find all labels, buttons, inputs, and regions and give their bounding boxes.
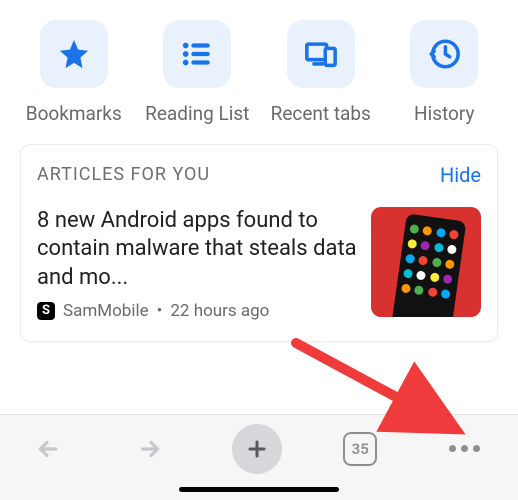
article-source: SamMobile bbox=[63, 301, 149, 321]
shortcut-history[interactable]: History bbox=[389, 20, 499, 126]
dot-icon bbox=[473, 445, 480, 452]
article-time: 22 hours ago bbox=[170, 301, 269, 321]
list-icon bbox=[163, 20, 231, 88]
star-icon bbox=[40, 20, 108, 88]
source-icon: S bbox=[37, 302, 55, 320]
article-meta: S SamMobile • 22 hours ago bbox=[37, 301, 357, 321]
devices-icon bbox=[287, 20, 355, 88]
forward-button[interactable] bbox=[130, 429, 170, 469]
shortcut-recent-tabs[interactable]: Recent tabs bbox=[266, 20, 376, 126]
home-indicator[interactable] bbox=[179, 487, 339, 492]
meta-separator: • bbox=[157, 301, 163, 321]
shortcut-label: Bookmarks bbox=[26, 102, 122, 126]
articles-header: ARTICLES FOR YOU Hide bbox=[21, 145, 497, 195]
dot-icon bbox=[461, 445, 468, 452]
tabs-button[interactable]: 35 bbox=[343, 432, 377, 466]
shortcut-label: History bbox=[414, 102, 474, 126]
new-tab-button[interactable] bbox=[232, 424, 282, 474]
shortcut-label: Recent tabs bbox=[271, 102, 371, 126]
tab-count: 35 bbox=[352, 440, 369, 458]
hide-button[interactable]: Hide bbox=[440, 163, 481, 187]
shortcuts-row: Bookmarks Reading List Recent tabs Histo… bbox=[0, 0, 518, 134]
back-button[interactable] bbox=[28, 429, 68, 469]
shortcut-reading-list[interactable]: Reading List bbox=[142, 20, 252, 126]
article-text: 8 new Android apps found to contain malw… bbox=[37, 207, 357, 321]
article-headline: 8 new Android apps found to contain malw… bbox=[37, 207, 357, 293]
article-thumbnail bbox=[371, 207, 481, 317]
articles-title: ARTICLES FOR YOU bbox=[37, 164, 210, 185]
shortcut-label: Reading List bbox=[145, 102, 249, 126]
articles-card: ARTICLES FOR YOU Hide 8 new Android apps… bbox=[20, 144, 498, 342]
more-menu-button[interactable] bbox=[439, 435, 490, 462]
shortcut-bookmarks[interactable]: Bookmarks bbox=[19, 20, 129, 126]
dot-icon bbox=[449, 445, 456, 452]
article-item[interactable]: 8 new Android apps found to contain malw… bbox=[21, 195, 497, 341]
history-icon bbox=[410, 20, 478, 88]
